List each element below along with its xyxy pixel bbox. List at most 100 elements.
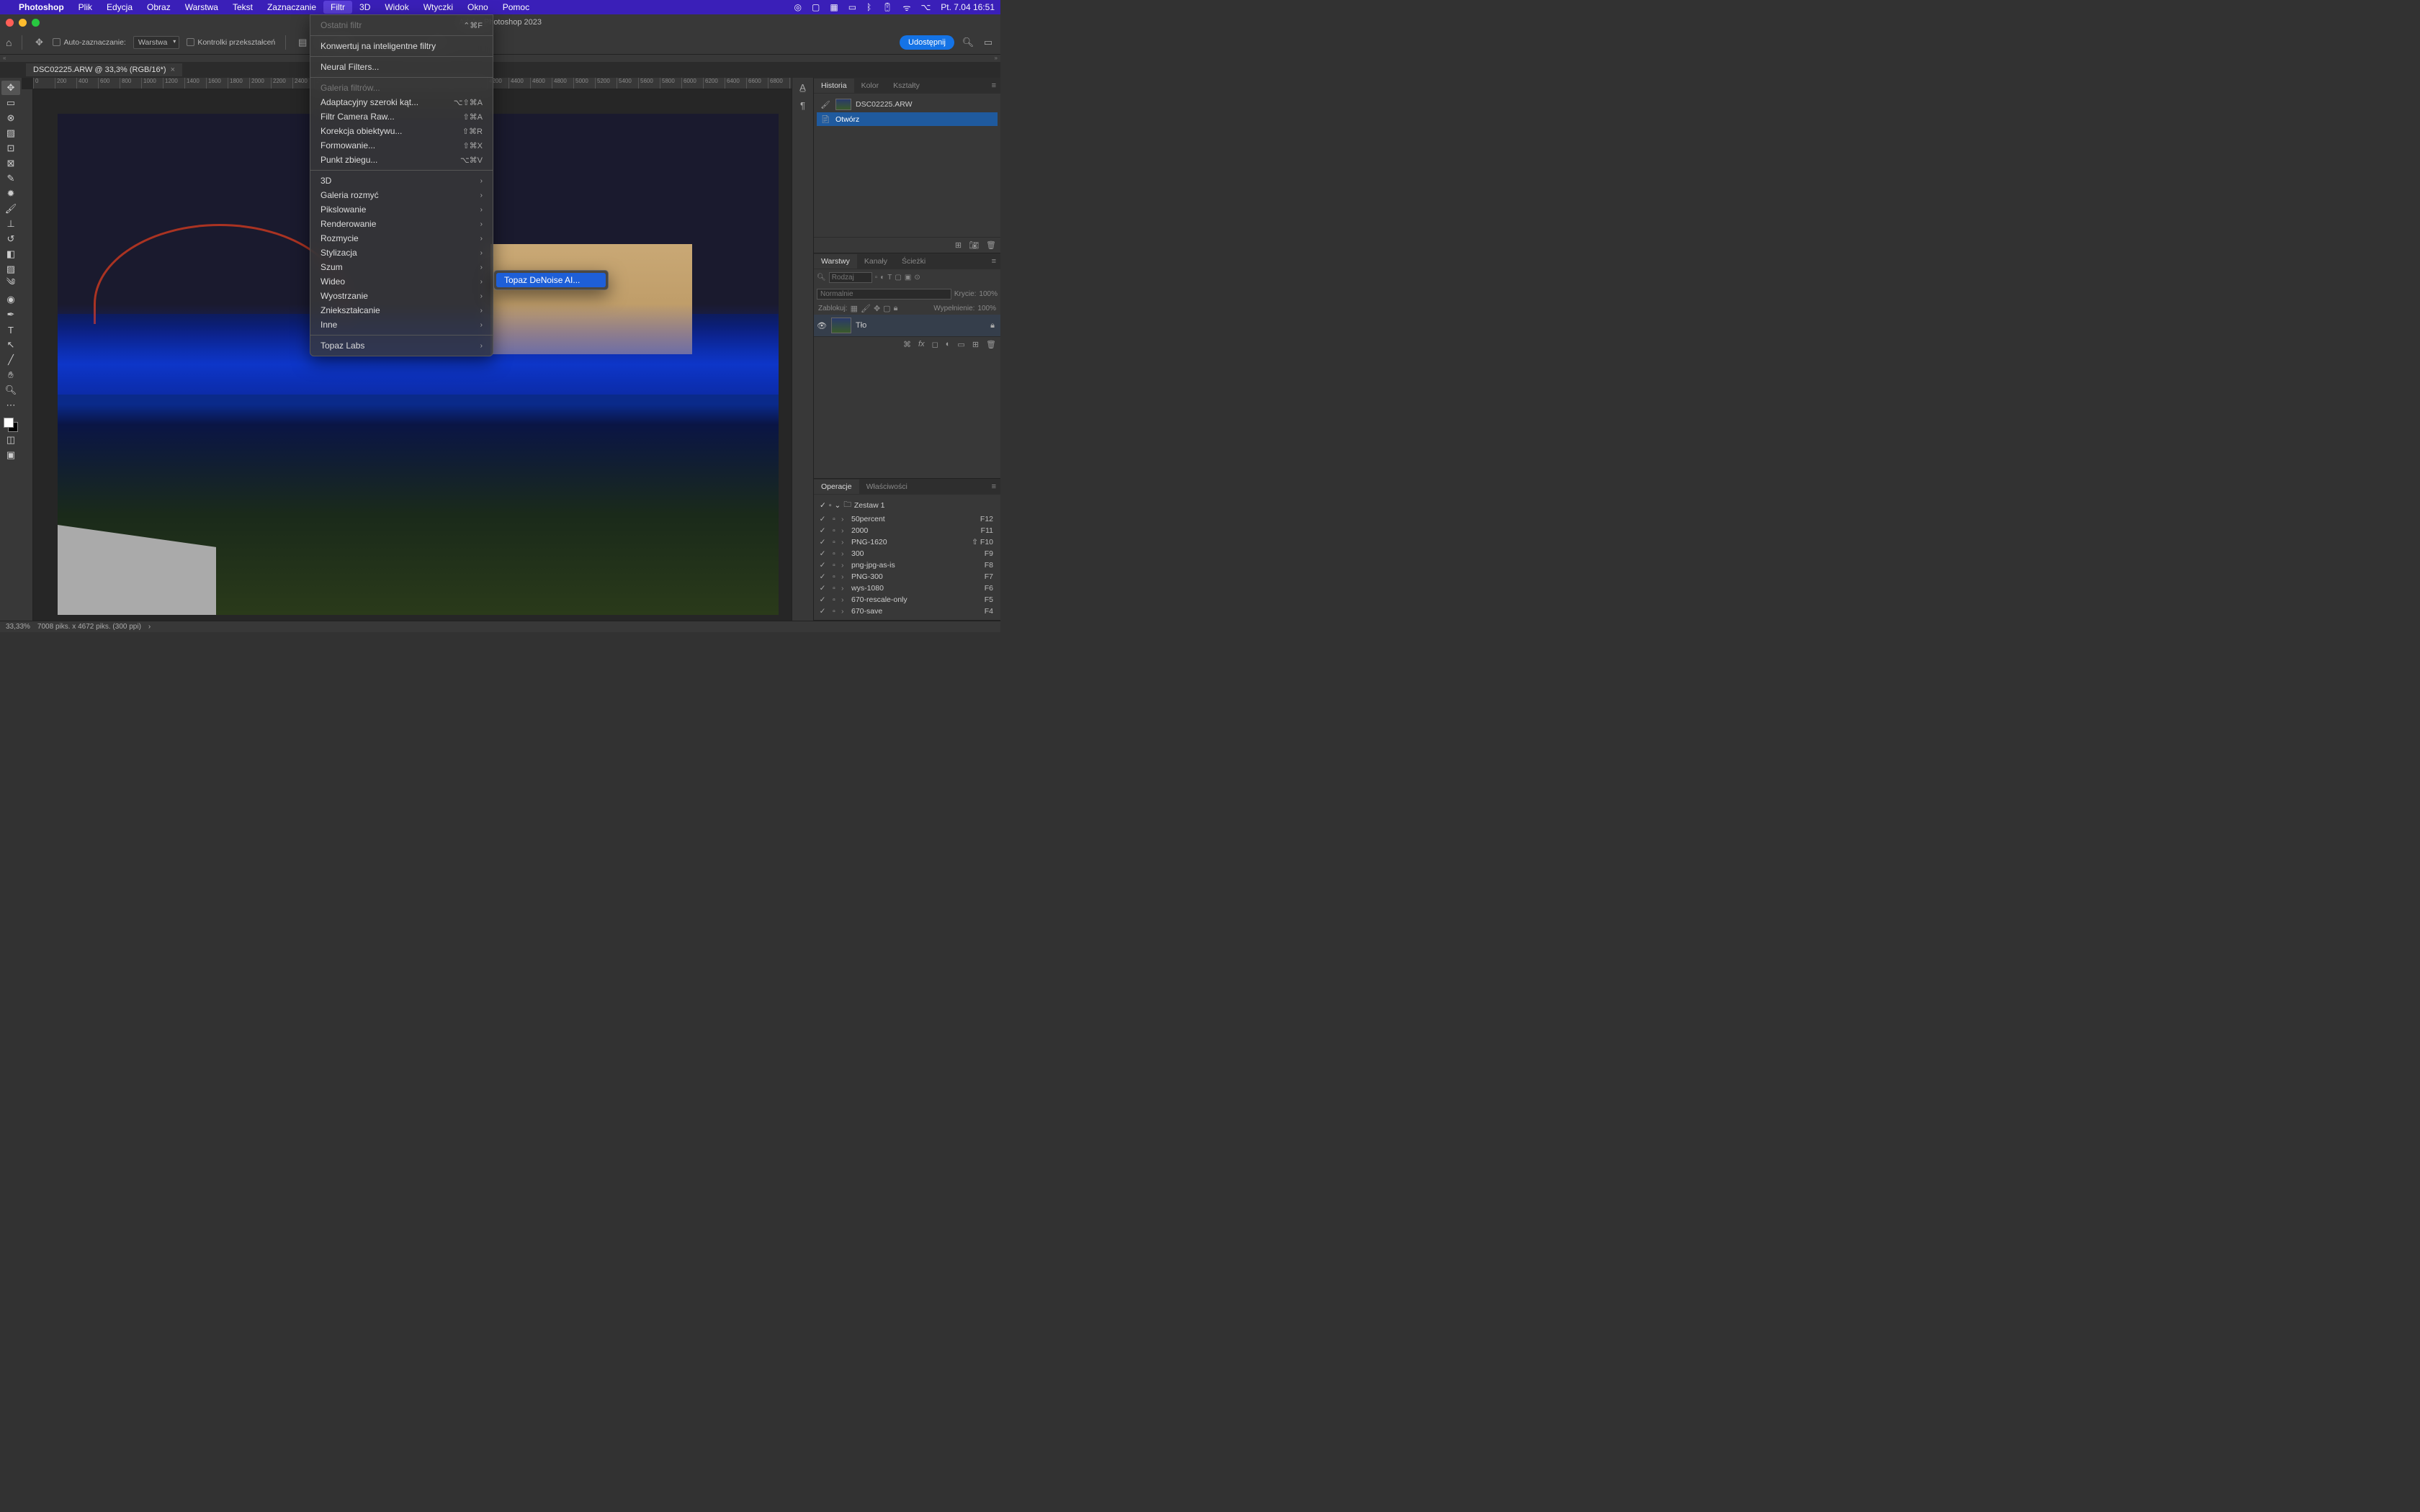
shape-tool[interactable]: ╱: [1, 353, 20, 367]
menu-camera-raw[interactable]: Filtr Camera Raw...⇧⌘A: [310, 109, 493, 124]
menu-edycja[interactable]: Edycja: [99, 1, 140, 14]
menu-convert-smart[interactable]: Konwertuj na inteligentne filtry: [310, 39, 493, 53]
filter-shape-icon[interactable]: ▢: [895, 274, 901, 282]
text-tool[interactable]: T: [1, 323, 20, 337]
toolbar-more[interactable]: ⋯: [1, 398, 20, 413]
move-tool-icon[interactable]: ✥: [32, 36, 45, 49]
align-left-icon[interactable]: ▤: [296, 36, 309, 49]
link-layers-icon[interactable]: ⌘: [903, 340, 911, 349]
history-snapshot[interactable]: 🖌︎ DSC02225.ARW: [817, 96, 998, 112]
character-panel-icon[interactable]: A̲: [799, 82, 806, 93]
menu-widok[interactable]: Widok: [377, 1, 416, 14]
stage-icon[interactable]: ▦: [830, 2, 838, 12]
search-icon[interactable]: 🔍︎: [962, 36, 974, 49]
dodge-tool[interactable]: ◉: [1, 292, 20, 307]
home-icon[interactable]: ⌂: [6, 37, 12, 48]
layer-filter-input[interactable]: [829, 272, 872, 283]
zoom-tool[interactable]: 🔍︎: [1, 383, 20, 397]
new-layer-icon[interactable]: ⊞: [972, 340, 979, 349]
wifi-icon[interactable]: ᯤ: [902, 1, 910, 14]
pen-tool[interactable]: ✒︎: [1, 307, 20, 322]
menu-topaz-labs[interactable]: Topaz Labs›: [310, 338, 493, 353]
camera-snapshot-icon[interactable]: 📷︎: [969, 240, 979, 250]
bluetooth-icon[interactable]: ᛒ: [866, 2, 871, 12]
menu-neural-filters[interactable]: Neural Filters...: [310, 60, 493, 74]
share-button[interactable]: Udostępnij: [900, 35, 954, 50]
menu-sub-3d[interactable]: 3D›: [310, 174, 493, 188]
menu-sub-wideo[interactable]: Wideo›: [310, 274, 493, 289]
menu-okno[interactable]: Okno: [460, 1, 496, 14]
lock-position-icon[interactable]: ✥: [874, 304, 880, 313]
menu-lens-correction[interactable]: Korekcja obiektywu...⇧⌘R: [310, 124, 493, 138]
lock-all-icon[interactable]: 🔒︎: [894, 304, 898, 313]
menu-sub-inne[interactable]: Inne›: [310, 318, 493, 332]
tablet-icon[interactable]: ▢: [812, 2, 820, 12]
filter-text-icon[interactable]: T: [887, 274, 892, 282]
filter-toggle[interactable]: ⊙: [914, 274, 920, 282]
maximize-window[interactable]: [32, 19, 40, 27]
action-set[interactable]: ✓▫ ⌄ 🗀 Zestaw 1: [817, 498, 998, 513]
menu-sub-wyostrzanie[interactable]: Wyostrzanie›: [310, 289, 493, 303]
clock[interactable]: Pt. 7.04 16:51: [941, 2, 995, 12]
menu-sub-pikslowanie[interactable]: Pikslowanie›: [310, 202, 493, 217]
status-more-icon[interactable]: ›: [148, 623, 151, 631]
auto-select-dropdown[interactable]: Warstwa: [133, 36, 179, 49]
transform-controls-checkbox[interactable]: [187, 38, 194, 46]
battery-icon[interactable]: 🔋︎: [882, 2, 892, 12]
brush-tool[interactable]: 🖌︎: [1, 202, 20, 216]
action-item[interactable]: ✓▫›670-saveF4: [817, 606, 998, 617]
menu-photoshop[interactable]: Photoshop: [12, 1, 71, 14]
display-icon[interactable]: ▭: [848, 2, 856, 12]
adjustment-icon[interactable]: ◐: [946, 340, 951, 349]
tab-historia[interactable]: Historia: [814, 78, 854, 93]
collapse-right-icon[interactable]: »: [995, 55, 998, 62]
minimize-window[interactable]: [19, 19, 27, 27]
tab-kolor[interactable]: Kolor: [854, 78, 887, 93]
collapse-left-icon[interactable]: «: [3, 55, 6, 62]
blur-tool[interactable]: ༄: [1, 277, 20, 292]
menu-sub-szum[interactable]: Szum›: [310, 260, 493, 274]
visibility-icon[interactable]: 👁︎: [817, 321, 827, 330]
menu-warstwa[interactable]: Warstwa: [178, 1, 225, 14]
action-item[interactable]: ✓▫›wys-1080F6: [817, 582, 998, 594]
close-window[interactable]: [6, 19, 14, 27]
fx-icon[interactable]: fx: [918, 340, 925, 349]
paragraph-panel-icon[interactable]: ¶: [800, 100, 805, 111]
tab-warstwy[interactable]: Warstwy: [814, 254, 857, 269]
history-step[interactable]: 📄︎ Otwórz: [817, 112, 998, 126]
action-item[interactable]: ✓▫›png-jpg-as-isF8: [817, 559, 998, 571]
menu-sub-galeria rozmyć[interactable]: Galeria rozmyć›: [310, 188, 493, 202]
menu-sub-renderowanie[interactable]: Renderowanie›: [310, 217, 493, 231]
lock-artboard-icon[interactable]: ▢: [883, 304, 890, 313]
history-brush-tool[interactable]: ↺: [1, 232, 20, 246]
delete-layer-icon[interactable]: 🗑︎: [986, 340, 996, 349]
menu-pomoc[interactable]: Pomoc: [496, 1, 537, 14]
filter-smart-icon[interactable]: ▣: [905, 274, 911, 282]
action-item[interactable]: ✓▫›50percentF12: [817, 513, 998, 525]
healing-tool[interactable]: ✹: [1, 186, 20, 201]
eyedropper-tool[interactable]: ✎: [1, 171, 20, 186]
lasso-tool[interactable]: ⊗: [1, 111, 20, 125]
document-tab[interactable]: DSC02225.ARW @ 33,3% (RGB/16*) ×: [26, 63, 182, 76]
trash-icon[interactable]: 🗑︎: [986, 240, 996, 250]
history-panel-menu[interactable]: ≡: [987, 81, 1000, 90]
marquee-tool[interactable]: ▭: [1, 96, 20, 110]
menu-3d[interactable]: 3D: [352, 1, 377, 14]
menu-liquify[interactable]: Formowanie...⇧⌘X: [310, 138, 493, 153]
filter-adjust-icon[interactable]: ◐: [880, 274, 884, 282]
quick-mask-tool[interactable]: ◫: [1, 433, 20, 447]
menu-plik[interactable]: Plik: [71, 1, 99, 14]
tab-ksztalty[interactable]: Kształty: [886, 78, 927, 93]
menu-sub-rozmycie[interactable]: Rozmycie›: [310, 231, 493, 246]
menu-tekst[interactable]: Tekst: [225, 1, 260, 14]
tab-kanaly[interactable]: Kanały: [857, 254, 895, 269]
filter-pixel-icon[interactable]: ▫: [875, 274, 878, 282]
path-select-tool[interactable]: ↖: [1, 338, 20, 352]
menu-topaz-denoise[interactable]: Topaz DeNoise AI...: [496, 273, 606, 287]
move-tool[interactable]: ✥: [1, 81, 20, 95]
opacity-value[interactable]: 100%: [979, 290, 998, 298]
menu-sub-zniekształcanie[interactable]: Zniekształcanie›: [310, 303, 493, 318]
new-snapshot-icon[interactable]: ⊞: [955, 240, 962, 250]
action-item[interactable]: ✓▫›2000F11: [817, 525, 998, 536]
action-item[interactable]: ✓▫›300F9: [817, 548, 998, 559]
